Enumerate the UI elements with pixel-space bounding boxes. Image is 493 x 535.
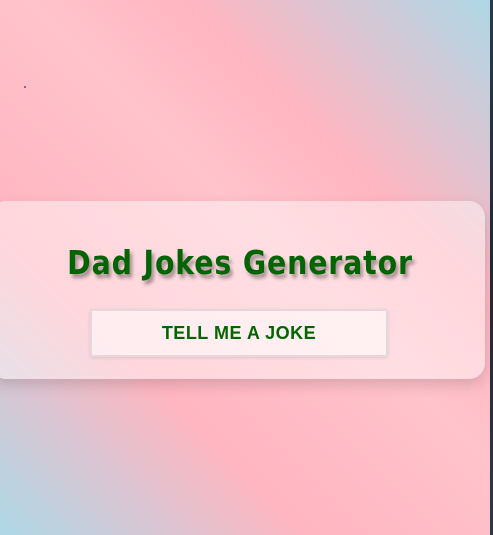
page-title: Dad Jokes Generator: [67, 243, 413, 282]
tell-joke-button[interactable]: TELL ME A JOKE: [90, 309, 388, 357]
stray-dot: [24, 86, 26, 88]
